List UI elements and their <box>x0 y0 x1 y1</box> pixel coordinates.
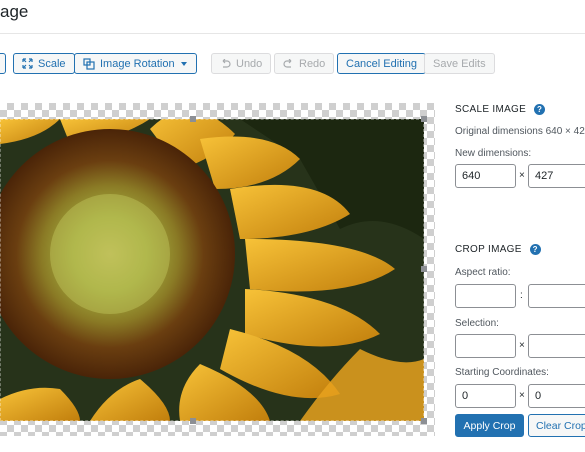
coordinate-y-input[interactable]: 0 <box>528 384 585 408</box>
aspect-ratio-height-input[interactable] <box>528 284 585 308</box>
scale-width-input[interactable]: 640 <box>455 164 516 188</box>
aspect-ratio-label: Aspect ratio: <box>455 267 511 278</box>
crop-handle-top-right[interactable] <box>421 116 427 122</box>
selection-times: × <box>519 340 525 351</box>
title-divider <box>0 33 585 34</box>
scale-button-label: Scale <box>38 57 66 70</box>
redo-button[interactable]: Redo <box>274 53 335 74</box>
image-rotation-button[interactable]: Image Rotation <box>74 53 197 74</box>
scale-icon <box>22 58 33 69</box>
page-title: age <box>0 2 29 21</box>
coordinates-times: × <box>519 390 525 401</box>
apply-crop-button[interactable]: Apply Crop <box>455 414 524 437</box>
undo-button[interactable]: Undo <box>211 53 272 74</box>
aspect-ratio-separator: : <box>520 290 523 301</box>
crop-button[interactable] <box>0 53 6 74</box>
redo-icon <box>283 58 294 69</box>
coordinate-x-input[interactable]: 0 <box>455 384 516 408</box>
starting-coordinates-label: Starting Coordinates: <box>455 367 549 378</box>
help-icon[interactable]: ? <box>534 104 546 115</box>
scale-button[interactable]: Scale <box>13 53 75 74</box>
original-dimensions: Original dimensions 640 × 427 <box>455 126 585 137</box>
clear-crop-button[interactable]: Clear Crop <box>528 414 585 437</box>
redo-label: Redo <box>299 57 326 70</box>
crop-handle-bottom[interactable] <box>190 418 196 424</box>
scale-times: × <box>519 170 525 181</box>
scale-height-input[interactable]: 427 <box>528 164 585 188</box>
image-rotation-label: Image Rotation <box>100 57 175 70</box>
selection-height-input[interactable] <box>528 334 585 358</box>
cancel-editing-label: Cancel Editing <box>346 57 417 70</box>
crop-image-title: CROP IMAGE <box>455 244 522 255</box>
crop-image-heading: CROP IMAGE ? <box>455 244 541 255</box>
help-icon[interactable]: ? <box>529 244 541 255</box>
aspect-ratio-width-input[interactable] <box>455 284 516 308</box>
scale-image-heading: SCALE IMAGE ? <box>455 104 546 115</box>
rotation-icon <box>83 57 95 70</box>
undo-icon <box>220 58 231 69</box>
undo-label: Undo <box>236 57 263 70</box>
save-edits-button[interactable]: Save Edits <box>424 53 495 74</box>
crop-handle-top[interactable] <box>190 116 196 122</box>
cancel-editing-button[interactable]: Cancel Editing <box>337 53 426 74</box>
selection-label: Selection: <box>455 318 499 329</box>
chevron-down-icon <box>180 61 188 67</box>
new-dimensions-label: New dimensions: <box>455 148 532 159</box>
crop-handle-right[interactable] <box>421 266 427 272</box>
scale-image-title: SCALE IMAGE <box>455 104 527 115</box>
crop-selection[interactable] <box>0 119 424 421</box>
save-edits-label: Save Edits <box>433 57 486 70</box>
selection-width-input[interactable] <box>455 334 516 358</box>
crop-handle-bottom-right[interactable] <box>421 418 427 424</box>
